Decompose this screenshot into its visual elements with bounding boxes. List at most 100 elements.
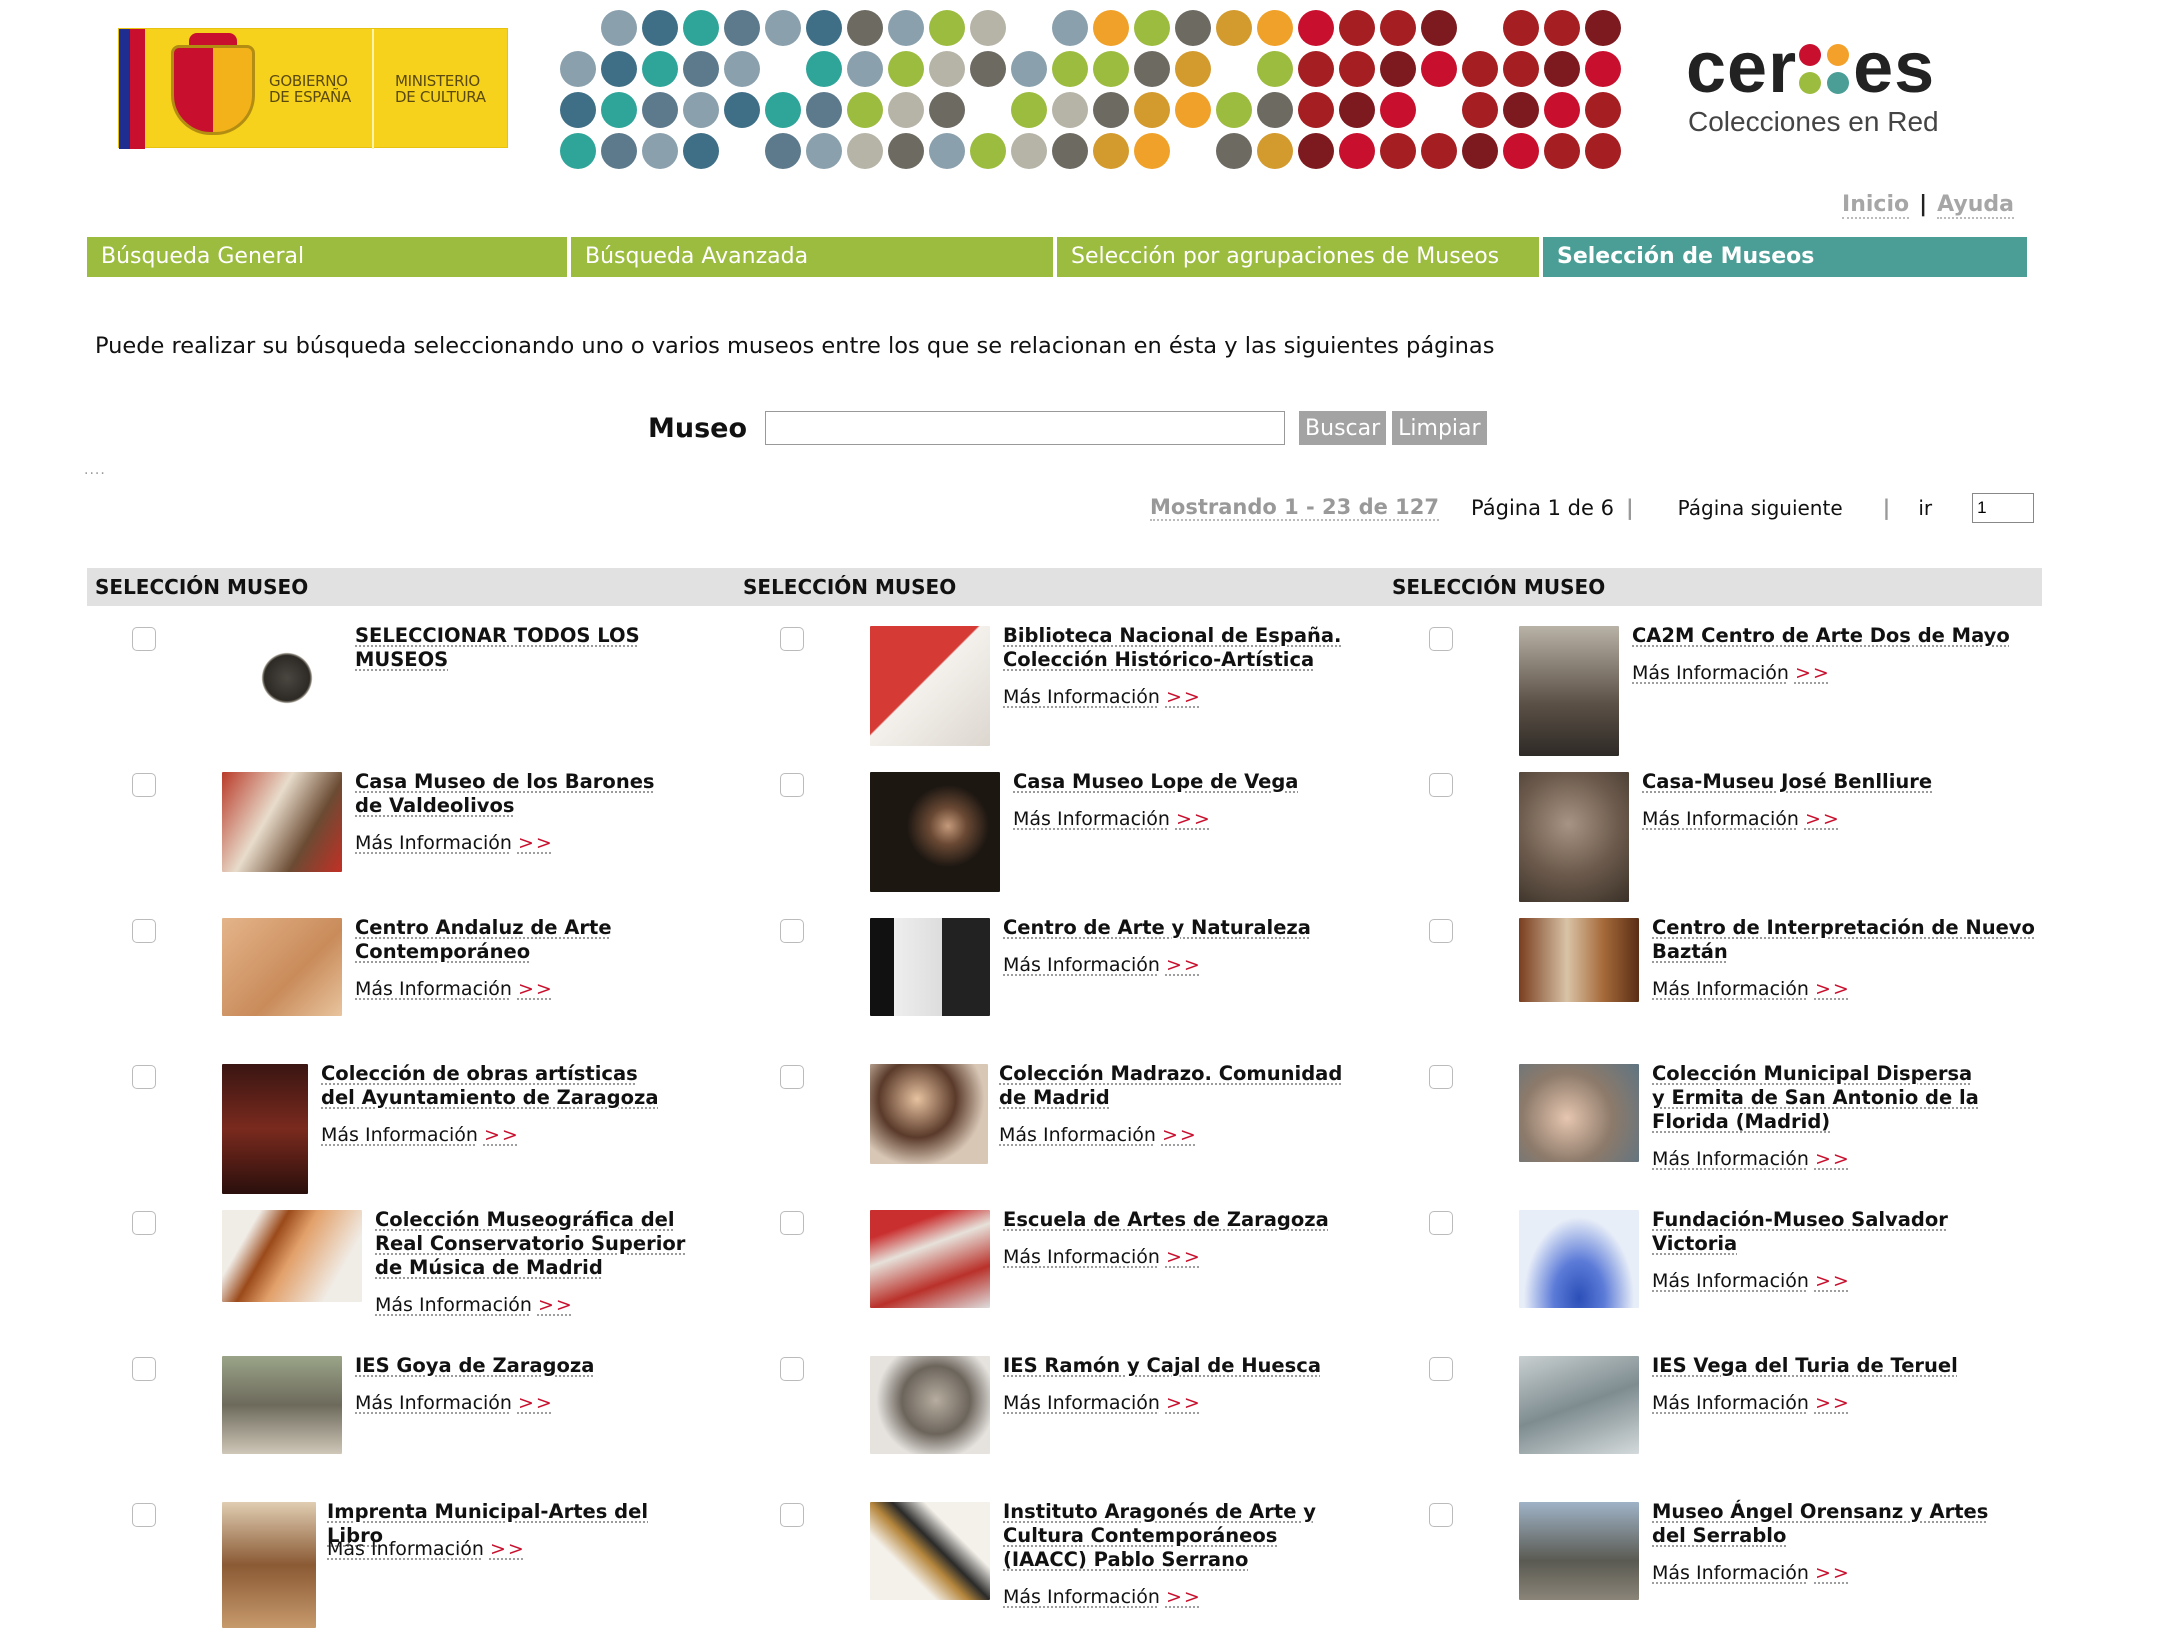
mosaic-dot [806, 51, 842, 87]
museum-name-link[interactable]: Colección Museográfica del Real Conserva… [375, 1208, 715, 1280]
museum-thumbnail[interactable] [222, 1356, 342, 1454]
museum-thumbnail[interactable] [222, 1210, 362, 1302]
museum-name-link[interactable]: Colección de obras artísticas del Ayunta… [321, 1062, 671, 1110]
tab-advanced-search[interactable]: Búsqueda Avanzada [571, 237, 1053, 277]
museum-name-link[interactable]: Colección Municipal Dispersa y Ermita de… [1652, 1062, 1982, 1134]
museum-select-checkbox[interactable] [780, 1211, 804, 1235]
more-info-link[interactable]: Más Información >> [1652, 1148, 1851, 1170]
go-to-page-input[interactable] [1972, 493, 2035, 523]
museum-select-checkbox[interactable] [1429, 919, 1453, 943]
museum-name-link[interactable]: IES Goya de Zaragoza [355, 1354, 695, 1378]
home-link[interactable]: Inicio [1842, 192, 1910, 219]
help-link[interactable]: Ayuda [1937, 192, 2014, 219]
museum-name-link[interactable]: Museo Ángel Orensanz y Artes del Serrabl… [1652, 1500, 2012, 1548]
more-info-link[interactable]: Más Información >> [1632, 662, 1831, 684]
more-info-link[interactable]: Más Información >> [355, 978, 554, 1000]
museum-thumbnail[interactable] [222, 772, 342, 872]
museum-select-checkbox[interactable] [780, 773, 804, 797]
more-info-link[interactable]: Más Información >> [1652, 1392, 1851, 1414]
museum-thumbnail[interactable] [222, 1064, 308, 1194]
more-info-link[interactable]: Más Información >> [1003, 1586, 1202, 1608]
search-button[interactable]: Buscar [1299, 411, 1387, 445]
museum-name-link[interactable]: Escuela de Artes de Zaragoza [1003, 1208, 1343, 1232]
museum-name-link[interactable]: Centro de Interpretación de Nuevo Baztán [1652, 916, 2052, 964]
museum-select-checkbox[interactable] [132, 1211, 156, 1235]
museum-name-link[interactable]: Instituto Aragonés de Arte y Cultura Con… [1003, 1500, 1363, 1572]
museum-select-checkbox[interactable] [132, 1503, 156, 1527]
museum-name-link[interactable]: Centro Andaluz de Arte Contemporáneo [355, 916, 685, 964]
museum-select-checkbox[interactable] [132, 919, 156, 943]
museum-select-checkbox[interactable] [780, 627, 804, 651]
museum-thumbnail[interactable] [870, 1502, 990, 1600]
museum-name-link[interactable]: IES Vega del Turia de Teruel [1652, 1354, 1992, 1378]
more-info-link[interactable]: Más Información >> [375, 1294, 574, 1316]
museum-thumbnail[interactable] [1519, 1502, 1639, 1600]
museum-select-checkbox[interactable] [132, 773, 156, 797]
museum-name-link[interactable]: Centro de Arte y Naturaleza [1003, 916, 1333, 940]
museum-select-checkbox[interactable] [780, 919, 804, 943]
clear-button[interactable]: Limpiar [1392, 411, 1487, 445]
more-info-link[interactable]: Más Información >> [1003, 1246, 1202, 1268]
museum-thumbnail[interactable] [870, 1356, 990, 1454]
mosaic-dot [1503, 92, 1539, 128]
museum-thumbnail[interactable] [870, 772, 1000, 892]
museum-thumbnail[interactable] [222, 1502, 316, 1628]
museum-name-link[interactable]: CA2M Centro de Arte Dos de Mayo [1632, 624, 2052, 648]
more-info-link[interactable]: Más Información >> [321, 1124, 520, 1146]
tab-museum-selection[interactable]: Selección de Museos [1543, 237, 2027, 277]
museum-cell: Casa-Museu José Benlliure Más Información… [1384, 766, 2024, 906]
museum-name-link[interactable]: SELECCIONAR TODOS LOS MUSEOS [355, 624, 655, 672]
more-info-link[interactable]: Más Información >> [1003, 1392, 1202, 1414]
more-info-link[interactable]: Más Información >> [1652, 1562, 1851, 1584]
museum-search-input[interactable] [765, 411, 1286, 445]
more-info-link[interactable]: Más Información >> [327, 1538, 526, 1560]
museum-select-checkbox[interactable] [132, 627, 156, 651]
museum-thumbnail[interactable] [222, 918, 342, 1016]
museum-name-link[interactable]: Casa-Museu José Benlliure [1642, 770, 2042, 794]
museum-select-checkbox[interactable] [1429, 627, 1453, 651]
museum-thumbnail[interactable] [1519, 1356, 1639, 1454]
museum-select-checkbox[interactable] [1429, 773, 1453, 797]
museum-name-link[interactable]: Casa Museo Lope de Vega [1013, 770, 1313, 794]
more-info-label: Más Información [1652, 1270, 1809, 1292]
museum-name-link[interactable]: Colección Madrazo. Comunidad de Madrid [999, 1062, 1369, 1110]
government-logo[interactable]: GOBIERNO DE ESPAÑA MINISTERIO DE CULTURA [118, 28, 508, 149]
museum-select-checkbox[interactable] [132, 1357, 156, 1381]
museum-thumbnail[interactable] [1519, 1210, 1639, 1308]
museum-thumbnail[interactable] [1519, 918, 1639, 1002]
more-info-link[interactable]: Más Información >> [355, 1392, 554, 1414]
museum-select-checkbox[interactable] [1429, 1211, 1453, 1235]
museum-select-checkbox[interactable] [1429, 1503, 1453, 1527]
more-info-link[interactable]: Más Información >> [1003, 954, 1202, 976]
museum-name-link[interactable]: Casa Museo de los Barones de Valdeolivos [355, 770, 685, 818]
more-info-link[interactable]: Más Información >> [1652, 978, 1851, 1000]
ceres-brand-logo[interactable]: cer es Colecciones en Red [1680, 28, 1980, 148]
museum-select-checkbox[interactable] [132, 1065, 156, 1089]
museum-name-link[interactable]: Fundación-Museo Salvador Victoria [1652, 1208, 1982, 1256]
next-page-link[interactable]: Página siguiente [1678, 496, 1843, 520]
museum-cell: Colección Museográfica del Real Conserva… [87, 1204, 727, 1344]
more-info-link[interactable]: Más Información >> [355, 832, 554, 854]
tab-general-search[interactable]: Búsqueda General [87, 237, 567, 277]
museum-name-link[interactable]: IES Ramón y Cajal de Huesca [1003, 1354, 1343, 1378]
more-info-link[interactable]: Más Información >> [1013, 808, 1212, 830]
museum-name-link[interactable]: Biblioteca Nacional de España. Colección… [1003, 624, 1343, 672]
more-info-link[interactable]: Más Información >> [1003, 686, 1202, 708]
more-info-link[interactable]: Más Información >> [1652, 1270, 1851, 1292]
tab-museum-groups[interactable]: Selección por agrupaciones de Museos [1057, 237, 1539, 277]
museum-thumbnail[interactable] [1519, 1064, 1639, 1162]
museum-thumbnail[interactable] [1519, 626, 1619, 756]
more-info-link[interactable]: Más Información >> [1642, 808, 1841, 830]
museum-select-checkbox[interactable] [1429, 1357, 1453, 1381]
museum-select-checkbox[interactable] [1429, 1065, 1453, 1089]
museum-thumbnail[interactable] [870, 1210, 990, 1308]
museum-thumbnail[interactable] [870, 918, 990, 1016]
museum-thumbnail[interactable] [1519, 772, 1629, 902]
museum-select-checkbox[interactable] [780, 1503, 804, 1527]
museum-thumbnail[interactable] [870, 1064, 988, 1164]
museum-select-checkbox[interactable] [780, 1065, 804, 1089]
museum-thumbnail[interactable] [870, 626, 990, 746]
museum-thumbnail[interactable] [247, 638, 327, 718]
more-info-link[interactable]: Más Información >> [999, 1124, 1198, 1146]
museum-select-checkbox[interactable] [780, 1357, 804, 1381]
